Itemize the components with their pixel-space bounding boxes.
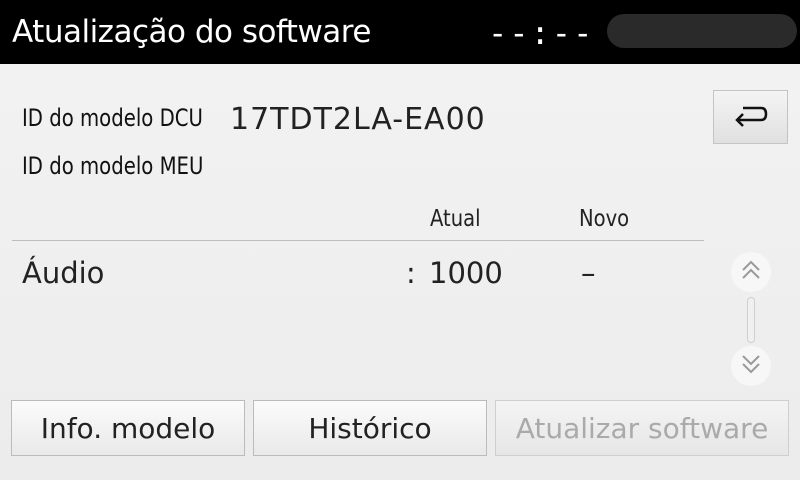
row-separator: : <box>406 256 416 290</box>
clock: --:-- <box>488 14 595 52</box>
scrollbar-track[interactable] <box>747 297 755 343</box>
back-button[interactable] <box>713 90 788 144</box>
column-header-new: Novo <box>579 206 630 232</box>
update-software-button[interactable]: Atualizar software <box>495 400 789 456</box>
back-arrow-icon <box>733 102 769 132</box>
double-chevron-up-icon <box>739 258 763 286</box>
dcu-model-value: 17TDT2LA-EA00 <box>230 102 486 137</box>
status-area <box>607 14 797 48</box>
double-chevron-down-icon <box>739 352 763 380</box>
scroll-up-button[interactable] <box>731 252 771 292</box>
model-info-button[interactable]: Info. modelo <box>11 400 245 456</box>
column-header-current: Atual <box>430 206 481 232</box>
row-name: Áudio <box>22 256 105 290</box>
dcu-model-label: ID do modelo DCU <box>22 104 203 132</box>
table-divider <box>12 240 704 241</box>
scroll-down-button[interactable] <box>731 346 771 386</box>
row-new-version: – <box>581 256 596 290</box>
history-button[interactable]: Histórico <box>253 400 487 456</box>
page-title: Atualização do software <box>12 14 371 50</box>
meu-model-label: ID do modelo MEU <box>22 152 204 180</box>
title-bar: Atualização do software --:-- <box>0 0 800 64</box>
row-current-version: 1000 <box>429 256 503 290</box>
